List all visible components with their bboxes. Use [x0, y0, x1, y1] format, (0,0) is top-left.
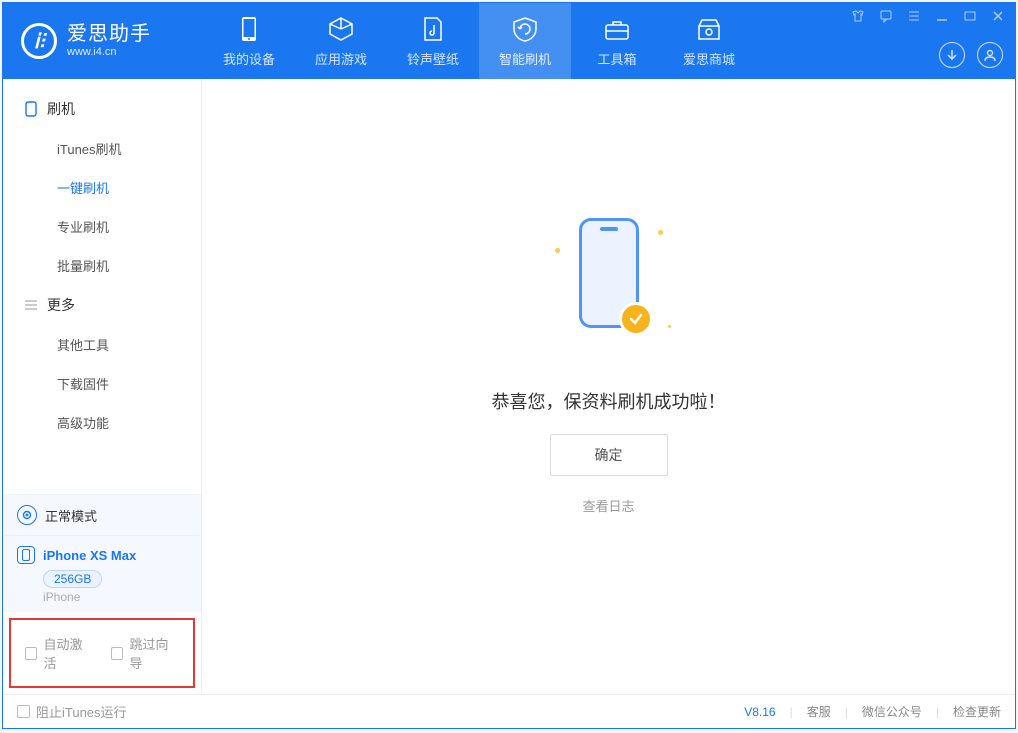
support-link[interactable]: 客服: [807, 703, 831, 720]
nav-label: 铃声壁纸: [407, 49, 459, 68]
phone-small-icon: [23, 101, 39, 117]
window-controls: [851, 9, 1005, 26]
ok-button[interactable]: 确定: [550, 434, 668, 476]
titlebar: ⅰ⫶ 爱思助手 www.i4.cn 我的设备 应用游戏 铃声壁纸 智能刷机: [3, 3, 1015, 79]
phone-illustration: [559, 218, 659, 368]
statusbar: 阻止iTunes运行 V8.16 | 客服 | 微信公众号 | 检查更新: [3, 694, 1015, 728]
check-badge-icon: [619, 302, 653, 336]
feedback-button[interactable]: [879, 9, 893, 26]
nav-label: 应用游戏: [315, 49, 367, 68]
sidebar-item-advanced[interactable]: 高级功能: [3, 403, 201, 442]
mode-panel[interactable]: 正常模式: [3, 494, 201, 535]
nav-ringtones[interactable]: 铃声壁纸: [387, 3, 479, 79]
maximize-button[interactable]: [963, 9, 977, 26]
sidebar-item-itunes[interactable]: iTunes刷机: [3, 129, 201, 168]
nav-device[interactable]: 我的设备: [203, 3, 295, 79]
device-type: iPhone: [43, 590, 187, 604]
success-message: 恭喜您，保资料刷机成功啦！: [492, 388, 726, 414]
sidebar-item-pro[interactable]: 专业刷机: [3, 207, 201, 246]
sidebar-item-batch[interactable]: 批量刷机: [3, 246, 201, 285]
options-row: 自动激活 跳过向导: [9, 618, 195, 688]
nav-label: 工具箱: [597, 49, 636, 68]
download-button[interactable]: [939, 42, 965, 68]
checkbox-skip-guide[interactable]: 跳过向导: [111, 634, 179, 672]
logo: ⅰ⫶ 爱思助手 www.i4.cn: [3, 3, 203, 79]
device-panel[interactable]: iPhone XS Max 256GB iPhone: [3, 535, 201, 612]
main-area: 恭喜您，保资料刷机成功啦！ 确定 查看日志: [202, 79, 1015, 694]
shield-refresh-icon: [512, 15, 538, 43]
update-link[interactable]: 检查更新: [953, 703, 1001, 720]
checkbox-block-itunes[interactable]: 阻止iTunes运行: [17, 702, 127, 721]
checkbox-label: 阻止iTunes运行: [36, 702, 127, 721]
nav-label: 我的设备: [223, 49, 275, 68]
checkbox-auto-activate[interactable]: 自动激活: [25, 634, 93, 672]
cube-icon: [328, 15, 354, 43]
checkbox-label: 跳过向导: [129, 634, 179, 672]
close-button[interactable]: [991, 9, 1005, 26]
group-title: 更多: [47, 295, 75, 315]
phone-icon: [240, 15, 258, 43]
sidebar-item-firmware[interactable]: 下载固件: [3, 364, 201, 403]
version-label: V8.16: [744, 705, 775, 719]
checkbox-icon: [25, 647, 37, 660]
menu-button[interactable]: [907, 9, 921, 26]
nav-label: 爱思商城: [683, 49, 735, 68]
music-file-icon: [422, 15, 444, 43]
nav-toolbox[interactable]: 工具箱: [571, 3, 663, 79]
tshirt-icon[interactable]: [851, 9, 865, 26]
device-name: iPhone XS Max: [43, 548, 136, 563]
list-icon: [23, 297, 39, 313]
success-hero: 恭喜您，保资料刷机成功啦！ 确定 查看日志: [492, 218, 726, 515]
toolbox-icon: [604, 15, 630, 43]
checkbox-icon: [17, 705, 30, 718]
store-icon: [696, 15, 722, 43]
nav-label: 智能刷机: [499, 49, 551, 68]
body: 刷机 iTunes刷机 一键刷机 专业刷机 批量刷机 更多 其他工具 下载固件 …: [3, 79, 1015, 694]
wechat-link[interactable]: 微信公众号: [862, 703, 922, 720]
top-nav: 我的设备 应用游戏 铃声壁纸 智能刷机 工具箱 爱思商城: [203, 3, 755, 79]
device-storage: 256GB: [43, 570, 102, 588]
group-more[interactable]: 更多: [3, 285, 201, 325]
mode-icon: [17, 505, 37, 525]
logo-icon: ⅰ⫶: [21, 23, 57, 59]
mode-label: 正常模式: [45, 506, 97, 525]
group-flash[interactable]: 刷机: [3, 89, 201, 129]
view-log-link[interactable]: 查看日志: [582, 496, 634, 515]
group-title: 刷机: [47, 99, 75, 119]
nav-store[interactable]: 爱思商城: [663, 3, 755, 79]
app-window: ⅰ⫶ 爱思助手 www.i4.cn 我的设备 应用游戏 铃声壁纸 智能刷机: [2, 2, 1016, 729]
sidebar-item-other[interactable]: 其他工具: [3, 325, 201, 364]
checkbox-icon: [111, 647, 123, 660]
app-subtitle: www.i4.cn: [67, 46, 151, 59]
nav-flash[interactable]: 智能刷机: [479, 3, 571, 79]
sidebar-item-oneclick[interactable]: 一键刷机: [3, 168, 201, 207]
nav-apps[interactable]: 应用游戏: [295, 3, 387, 79]
sidebar: 刷机 iTunes刷机 一键刷机 专业刷机 批量刷机 更多 其他工具 下载固件 …: [3, 79, 202, 694]
user-button[interactable]: [977, 42, 1003, 68]
checkbox-label: 自动激活: [43, 634, 93, 672]
minimize-button[interactable]: [935, 9, 949, 26]
app-title: 爱思助手: [67, 23, 151, 46]
device-icon: [17, 546, 35, 564]
